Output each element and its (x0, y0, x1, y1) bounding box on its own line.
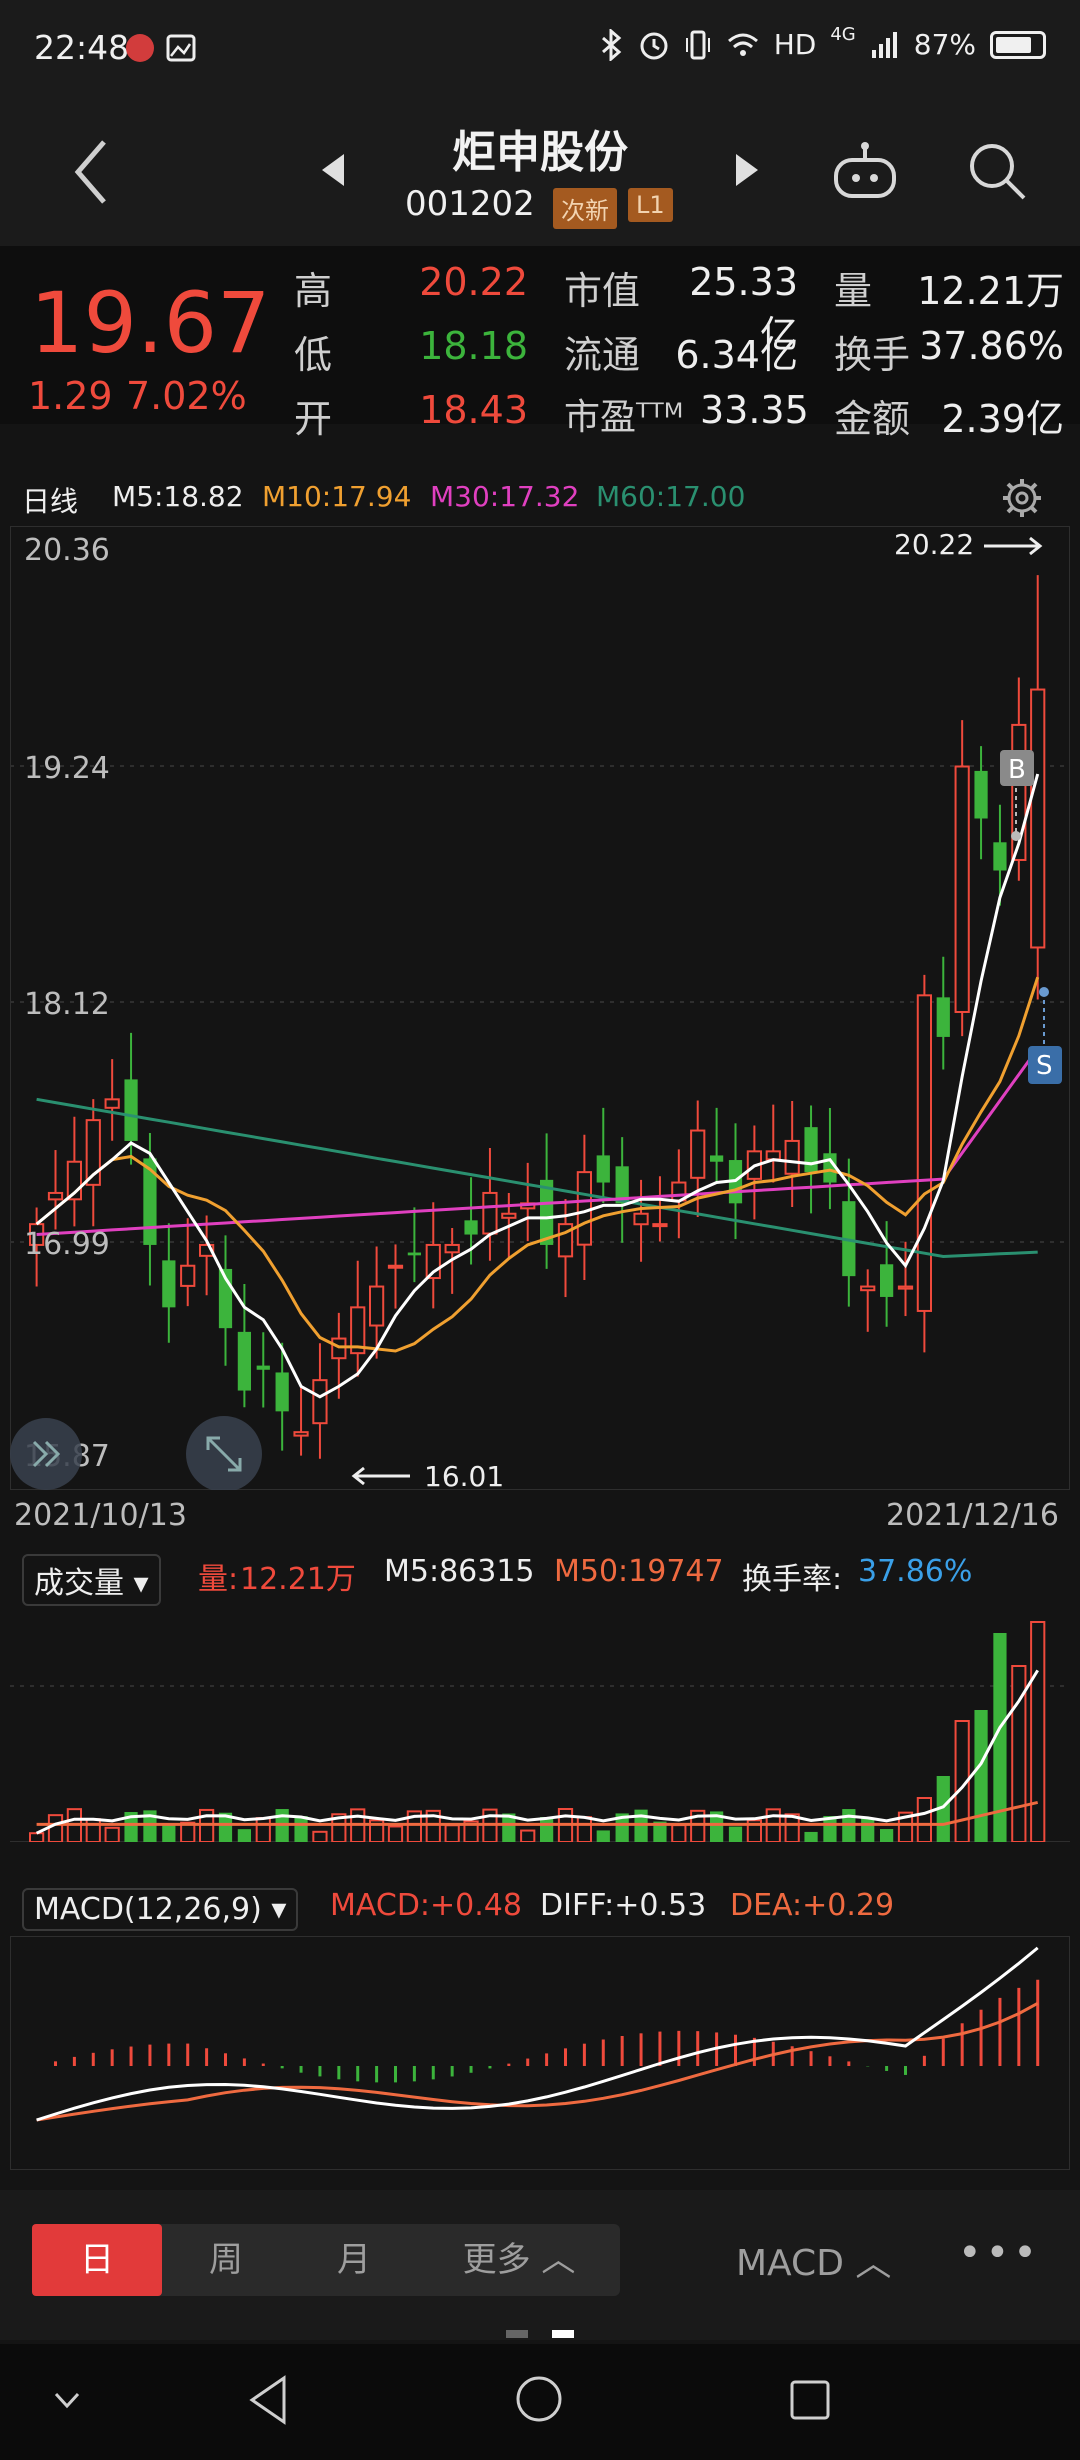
volume-chart[interactable] (10, 1602, 1070, 1842)
macd-legend: MACD(12,26,9) ▾ MACD:+0.48 DIFF:+0.53 DE… (0, 1880, 1080, 1934)
y-label-3: 18.12 (24, 987, 110, 1022)
vol-m50: M50:19747 (554, 1554, 724, 1589)
volume-value: 12.21万 (917, 269, 1064, 313)
macd-value: MACD:+0.48 (330, 1888, 522, 1923)
high-marker-label: 20.22 (894, 528, 974, 561)
indicator-tab[interactable]: MACD ︿ (736, 2234, 891, 2286)
indicator-selector[interactable]: MACD(12,26,9) ▾ (22, 1888, 299, 1931)
status-time: 22:48 (34, 28, 130, 67)
chevron-up-icon: ︿ (541, 2240, 576, 2280)
float-cap-label: 流通 (564, 333, 641, 377)
chevron-up-icon: ︿ (855, 2243, 892, 2284)
ma60-label: M60:17.00 (596, 480, 746, 513)
open-value: 18.43 (419, 388, 528, 432)
wifi-icon (727, 33, 758, 56)
y-label-top: 20.36 (24, 533, 110, 568)
battery-percent: 87% (913, 28, 976, 61)
tab-week[interactable]: 周 (162, 2224, 290, 2296)
page-indicator (506, 2330, 574, 2338)
svg-text:B: B (1008, 755, 1026, 785)
ma5-label: M5:18.82 (112, 480, 244, 513)
low-label: 低 (294, 333, 333, 377)
low-value: 18.18 (419, 324, 528, 368)
tab-more[interactable]: 更多 ︿ (418, 2224, 620, 2296)
system-nav-bar (0, 2344, 1080, 2460)
stock-code: 001202 (405, 184, 535, 224)
bluetooth-icon (601, 28, 622, 61)
next-stock-icon[interactable] (732, 150, 762, 190)
collapse-icon[interactable] (10, 1418, 82, 1490)
market-cap-label: 市值 (564, 269, 641, 313)
battery-icon (990, 30, 1046, 59)
date-end: 2021/12/16 (886, 1498, 1059, 1533)
robot-assistant-icon[interactable] (832, 140, 898, 202)
search-icon[interactable] (966, 140, 1028, 202)
price-change: 1.29 (28, 374, 113, 418)
turnover-value: 37.86% (919, 324, 1064, 368)
vol-m5-line (35, 1669, 1039, 1835)
open-label: 开 (294, 397, 333, 441)
turnover-rate-label: 换手率: (742, 1562, 843, 1597)
new-listing-badge: 次新 (553, 188, 617, 229)
notification-icons (126, 34, 196, 62)
turnover-label: 换手 (834, 333, 911, 377)
turnover-rate-value: 37.86% (858, 1554, 973, 1589)
tab-day[interactable]: 日 (32, 2224, 162, 2296)
period-tabs: 日 周 月 更多 ︿ MACD ︿ ••• (0, 2190, 1080, 2340)
signal-type: 4G (830, 24, 856, 45)
date-start: 2021/10/13 (14, 1498, 187, 1533)
volume-legend: 成交量 ▾ 量: 12.21万 M5:86315 M50:19747 换手率: … (0, 1548, 1080, 1606)
status-bar: 22:48 HD 4G 87% (0, 0, 1080, 96)
signal-icon (871, 31, 897, 58)
candlestick-chart[interactable]: 20.36 19.24 18.12 16.99 15.87 20.22 16.0… (10, 526, 1070, 1490)
float-cap-value: 6.34亿 (675, 333, 798, 377)
nav-back-icon[interactable] (246, 2374, 290, 2426)
ma10-label: M10:17.94 (262, 480, 412, 513)
pe-value: 33.35 (700, 388, 809, 432)
high-label: 高 (294, 269, 333, 313)
gear-icon[interactable] (1000, 476, 1044, 520)
network-type: HD (773, 28, 817, 61)
dea-value: DEA:+0.29 (730, 1888, 895, 1923)
level-badge: L1 (628, 188, 673, 222)
diff-value: DIFF:+0.53 (540, 1888, 707, 1923)
hide-keyboard-icon[interactable] (52, 2386, 82, 2416)
ma30-label: M30:17.32 (430, 480, 580, 513)
low-marker-label: 16.01 (424, 1460, 504, 1490)
more-options-icon[interactable]: ••• (958, 2230, 1041, 2276)
fullscreen-icon[interactable] (186, 1416, 262, 1490)
tab-month[interactable]: 月 (290, 2224, 418, 2296)
buy-marker[interactable]: B (1000, 750, 1034, 786)
sell-marker[interactable]: S (1028, 1046, 1062, 1084)
amount-label: 金额 (834, 397, 911, 441)
nav-home-icon[interactable] (514, 2374, 564, 2424)
volume-label: 量: (198, 1562, 239, 1597)
vibrate-icon (685, 30, 710, 59)
kline-legend: 日线 M5:18.82 M10:17.94 M30:17.32 M60:17.0… (0, 470, 1080, 526)
volume-label: 量 (834, 269, 873, 313)
stock-name: 炬申股份 (452, 127, 628, 178)
nav-recents-icon[interactable] (788, 2378, 832, 2422)
y-label-4: 16.99 (24, 1227, 110, 1262)
y-label-2: 19.24 (24, 751, 110, 786)
alarm-icon (640, 32, 668, 59)
period-tab-group: 日 周 月 更多 ︿ (32, 2224, 620, 2296)
status-right: HD 4G 87% (598, 24, 1046, 61)
price-change-pct: 7.02% (126, 374, 247, 418)
volume-selector[interactable]: 成交量 ▾ (22, 1554, 161, 1606)
vol-m5: M5:86315 (384, 1554, 535, 1589)
diff-line (36, 1946, 1039, 2122)
volume-value: 12.21万 (240, 1562, 356, 1597)
quote-panel: 19.67 1.29 7.02% 高 20.22 市值 25.33亿 量 12.… (0, 246, 1080, 441)
stock-header: 炬申股份 001202 次新 L1 (0, 96, 1080, 246)
high-value: 20.22 (419, 260, 528, 304)
svg-text:S: S (1036, 1051, 1053, 1081)
amount-value: 2.39亿 (941, 397, 1064, 441)
period-label: 日线 (22, 485, 79, 518)
macd-chart[interactable] (10, 1936, 1070, 2170)
pe-label: 市盈ᵀᵀᴹ (564, 397, 684, 438)
current-price: 19.67 (30, 274, 271, 372)
